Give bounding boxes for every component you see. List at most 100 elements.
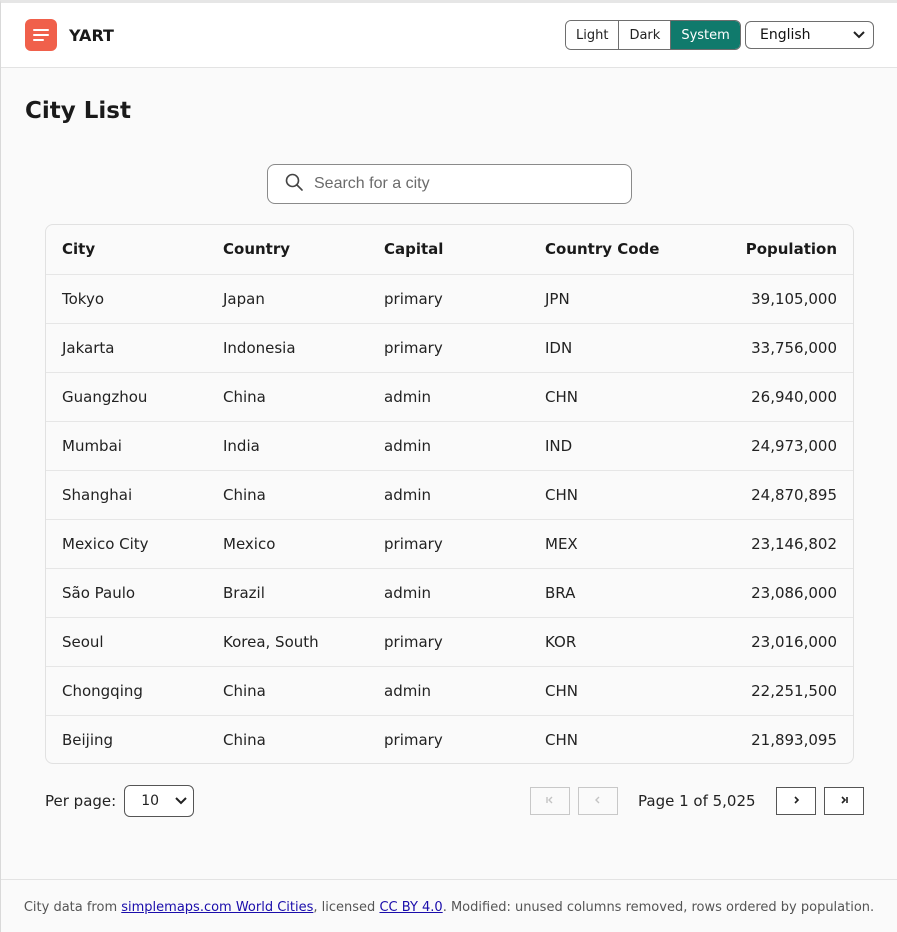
cell-population: 22,251,500 xyxy=(751,681,837,700)
last-page-button[interactable] xyxy=(823,787,864,815)
cell-capital: admin xyxy=(384,485,431,504)
table-row: Guangzhou China admin CHN 26,940,000 xyxy=(46,372,853,421)
column-header-country[interactable]: Country xyxy=(207,225,368,274)
cell-country-code: KOR xyxy=(545,632,577,651)
cell-country: Brazil xyxy=(223,583,265,602)
table-row: Chongqing China admin CHN 22,251,500 xyxy=(46,666,853,715)
language-select-value: English xyxy=(760,27,811,43)
simplemaps-link[interactable]: simplemaps.com World Cities xyxy=(121,900,313,915)
search-box xyxy=(267,164,632,204)
search-input[interactable] xyxy=(314,175,614,193)
column-header-country-code[interactable]: Country Code xyxy=(529,225,691,274)
cell-population: 23,016,000 xyxy=(751,632,837,651)
cell-population: 23,146,802 xyxy=(751,534,837,553)
table-row: Beijing China primary CHN 21,893,095 xyxy=(46,715,853,763)
page-title: City List xyxy=(25,98,131,124)
column-header-population[interactable]: Population xyxy=(691,225,853,274)
table-row: Seoul Korea, South primary KOR 23,016,000 xyxy=(46,617,853,666)
cell-capital: primary xyxy=(384,289,443,308)
last-page-icon xyxy=(839,794,849,808)
table-row: Tokyo Japan primary JPN 39,105,000 xyxy=(46,274,853,323)
next-page-button[interactable] xyxy=(775,787,816,815)
cell-city: Mumbai xyxy=(62,436,122,455)
cell-country-code: IDN xyxy=(545,338,573,357)
cell-city: Mexico City xyxy=(62,534,149,553)
chevron-down-icon xyxy=(853,29,865,42)
language-select[interactable]: English xyxy=(745,21,874,49)
cell-city: São Paulo xyxy=(62,583,136,602)
cell-country: China xyxy=(223,387,266,406)
table-row: Jakarta Indonesia primary IDN 33,756,000 xyxy=(46,323,853,372)
cell-country-code: CHN xyxy=(545,485,578,504)
footer-suffix: . Modified: unused columns removed, rows… xyxy=(442,900,875,915)
cell-country: China xyxy=(223,730,266,749)
cell-country: China xyxy=(223,681,266,700)
theme-system-button[interactable]: System xyxy=(670,21,740,49)
pagination: Page 1 of 5,025 xyxy=(530,787,864,815)
cell-country-code: JPN xyxy=(545,289,570,308)
cell-country: Mexico xyxy=(223,534,276,553)
column-header-capital[interactable]: Capital xyxy=(368,225,529,274)
cell-capital: primary xyxy=(384,632,443,651)
prev-page-button[interactable] xyxy=(578,787,618,815)
theme-light-button[interactable]: Light xyxy=(566,21,619,49)
per-page-value: 10 xyxy=(141,793,160,809)
cell-country-code: IND xyxy=(545,436,573,455)
theme-dark-button[interactable]: Dark xyxy=(618,21,671,49)
cell-capital: primary xyxy=(384,338,443,357)
cell-country: India xyxy=(223,436,260,455)
per-page-control: Per page: 10 xyxy=(45,785,195,817)
cc-by-link[interactable]: CC BY 4.0 xyxy=(379,900,442,915)
next-page-icon xyxy=(791,794,801,808)
cell-city: Tokyo xyxy=(62,289,104,308)
table-row: Shanghai China admin CHN 24,870,895 xyxy=(46,470,853,519)
cell-city: Beijing xyxy=(62,730,114,749)
cell-population: 23,086,000 xyxy=(751,583,837,602)
city-table: City Country Capital Country Code Popula… xyxy=(45,224,854,764)
cell-city: Shanghai xyxy=(62,485,133,504)
cell-country: Indonesia xyxy=(223,338,296,357)
cell-country-code: BRA xyxy=(545,583,576,602)
cell-capital: primary xyxy=(384,534,443,553)
cell-country-code: CHN xyxy=(545,681,578,700)
cell-population: 33,756,000 xyxy=(751,338,837,357)
cell-country-code: MEX xyxy=(545,534,578,553)
cell-capital: admin xyxy=(384,436,431,455)
cell-population: 26,940,000 xyxy=(751,387,837,406)
chevron-down-icon xyxy=(175,795,187,808)
footer-prefix: City data from xyxy=(23,900,118,915)
cell-country: China xyxy=(223,485,266,504)
first-page-icon xyxy=(545,794,555,808)
attribution-footer: City data from simplemaps.com World Citi… xyxy=(1,879,897,932)
menu-icon[interactable] xyxy=(25,19,57,51)
search-icon xyxy=(284,172,304,196)
brand-name: YART xyxy=(69,25,114,45)
theme-toggle-group: Light Dark System xyxy=(565,20,741,50)
cell-country-code: CHN xyxy=(545,730,578,749)
table-header-row: City Country Capital Country Code Popula… xyxy=(46,225,853,274)
app-header: YART Light Dark System English xyxy=(1,3,897,68)
cell-city: Jakarta xyxy=(62,338,115,357)
cell-capital: primary xyxy=(384,730,443,749)
prev-page-icon xyxy=(593,794,603,808)
table-row: São Paulo Brazil admin BRA 23,086,000 xyxy=(46,568,853,617)
footer-middle: , licensed xyxy=(313,900,376,915)
cell-population: 24,973,000 xyxy=(751,436,837,455)
page-indicator: Page 1 of 5,025 xyxy=(638,792,756,810)
cell-capital: admin xyxy=(384,583,431,602)
cell-population: 21,893,095 xyxy=(751,730,837,749)
table-row: Mumbai India admin IND 24,973,000 xyxy=(46,421,853,470)
first-page-button[interactable] xyxy=(530,787,570,815)
table-row: Mexico City Mexico primary MEX 23,146,802 xyxy=(46,519,853,568)
cell-population: 24,870,895 xyxy=(751,485,837,504)
cell-capital: admin xyxy=(384,681,431,700)
cell-capital: admin xyxy=(384,387,431,406)
per-page-select[interactable]: 10 xyxy=(124,785,195,817)
cell-country: Korea, South xyxy=(223,632,319,651)
cell-country-code: CHN xyxy=(545,387,578,406)
cell-city: Chongqing xyxy=(62,681,143,700)
cell-population: 39,105,000 xyxy=(751,289,837,308)
column-header-city[interactable]: City xyxy=(46,225,207,274)
cell-city: Guangzhou xyxy=(62,387,148,406)
cell-country: Japan xyxy=(223,289,265,308)
